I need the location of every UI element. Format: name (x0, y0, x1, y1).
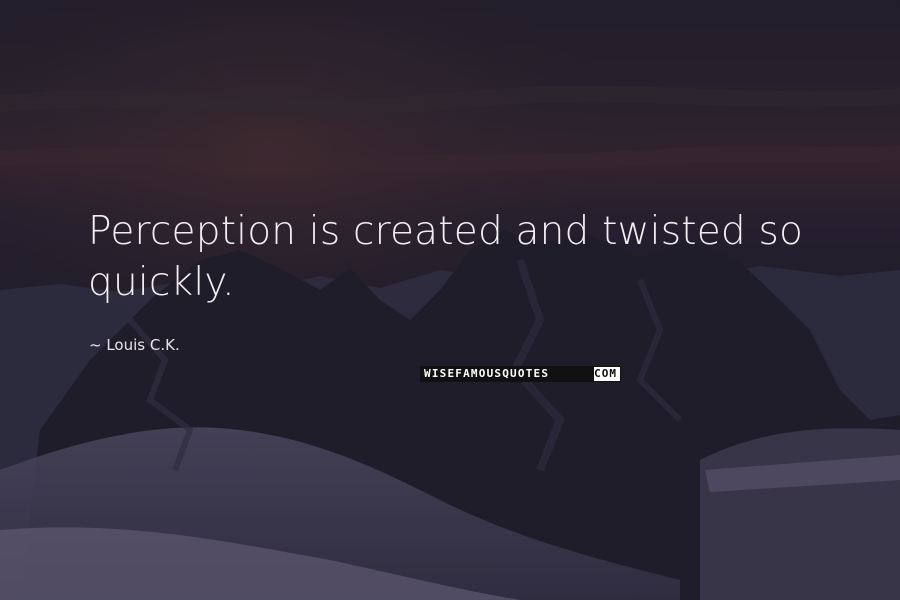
watermark-logo: WISEFAMOUSQUOTES .COM (420, 366, 621, 382)
quote-text: Perception is created and twisted so qui… (88, 206, 868, 308)
quote-line-2: quickly. (88, 260, 235, 305)
watermark-suffix-text: .COM (586, 367, 617, 380)
quote-line-1: Perception is created and twisted so (88, 209, 804, 254)
quote-image: Perception is created and twisted so qui… (0, 0, 900, 600)
watermark-main-text: WISEFAMOUSQUOTES (424, 367, 550, 380)
quote-author: ~ Louis C.K. (89, 336, 180, 354)
